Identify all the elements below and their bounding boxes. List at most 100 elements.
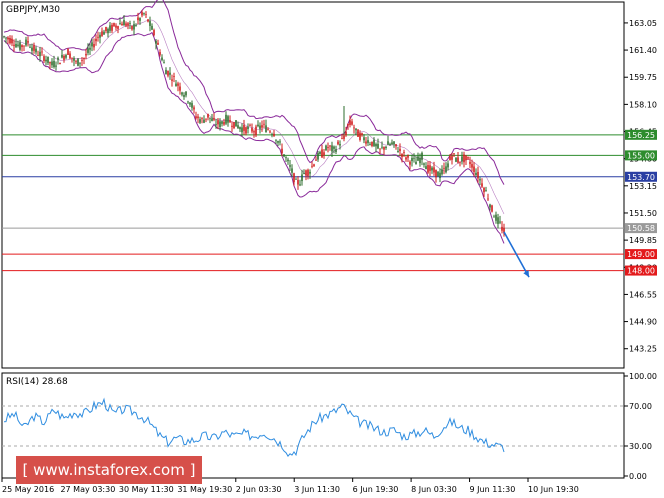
candle-body — [363, 137, 365, 141]
candle-body — [445, 166, 447, 173]
candle-body — [251, 128, 253, 132]
candle-body — [17, 44, 19, 46]
price-tick-label: 161.40 — [629, 46, 657, 55]
candle-body — [279, 141, 281, 143]
candle-body — [165, 69, 167, 75]
time-tick-label: 25 May 2016 — [2, 485, 54, 494]
candle-body — [487, 198, 489, 200]
rsi-title: RSI(14) 28.68 — [6, 377, 68, 387]
candle-body — [85, 53, 87, 56]
candle-body — [169, 72, 171, 75]
candle-body — [155, 40, 157, 44]
candle-body — [347, 123, 349, 126]
candle-body — [183, 95, 185, 97]
candle-body — [207, 113, 209, 118]
candle-body — [239, 127, 241, 130]
candle-body — [105, 26, 107, 32]
candle-body — [489, 204, 491, 208]
candle-body — [301, 174, 303, 182]
instaforex-watermark: [ www.instaforex.com ] — [16, 456, 202, 484]
candle-body — [397, 150, 399, 153]
candle-body — [339, 144, 341, 146]
price-tick-label: 158.10 — [629, 100, 657, 109]
candle-body — [149, 21, 151, 26]
candle-body — [465, 155, 467, 161]
candle-body — [345, 131, 347, 136]
candle-body — [461, 156, 463, 162]
candle-body — [133, 24, 135, 30]
candle-body — [157, 42, 159, 45]
candle-body — [103, 31, 105, 35]
candle-body — [349, 120, 351, 125]
candle-body — [467, 157, 469, 159]
time-tick-label: 30 May 11:30 — [119, 485, 174, 494]
candle-body — [501, 226, 503, 231]
candle-body — [499, 221, 501, 223]
candle-body — [195, 116, 197, 119]
time-tick-label: 8 Jun 03:30 — [411, 485, 457, 494]
time-tick-label: 3 Jun 11:30 — [294, 485, 340, 494]
candle-body — [273, 133, 275, 136]
candle-body — [421, 152, 423, 160]
candle-body — [269, 131, 271, 133]
candle-body — [481, 183, 483, 187]
candle-body — [215, 124, 217, 125]
candle-body — [87, 48, 89, 53]
candle-body — [15, 43, 17, 47]
candle-body — [119, 23, 121, 25]
time-tick-label: 27 May 03:30 — [60, 485, 115, 494]
candle-body — [25, 39, 27, 46]
candle-body — [385, 146, 387, 149]
candle-body — [293, 173, 295, 183]
candle-body — [3, 36, 5, 38]
candle-body — [205, 118, 207, 120]
candle-body — [443, 167, 445, 169]
candle-body — [243, 124, 245, 131]
candle-body — [63, 55, 65, 60]
candle-body — [181, 92, 183, 95]
candle-body — [245, 127, 247, 134]
candle-body — [23, 45, 25, 47]
candle-body — [233, 122, 235, 129]
candle-body — [309, 171, 311, 174]
candle-body — [355, 128, 357, 131]
candle-body — [297, 179, 299, 185]
candle-body — [211, 118, 213, 121]
candle-body — [255, 126, 257, 136]
candle-body — [197, 116, 199, 119]
candle-body — [69, 53, 71, 59]
candle-body — [259, 125, 261, 129]
chart-canvas: 163.05161.40159.75158.10156.45154.80153.… — [0, 0, 664, 498]
candle-body — [99, 34, 101, 38]
candle-body — [369, 143, 371, 145]
candle-body — [235, 120, 237, 127]
candle-body — [59, 62, 61, 65]
candle-body — [299, 184, 301, 186]
candle-body — [311, 165, 313, 167]
candle-body — [47, 56, 49, 63]
candle-body — [401, 153, 403, 158]
candle-body — [137, 17, 139, 21]
candle-body — [375, 144, 377, 147]
candle-body — [387, 141, 389, 145]
candle-body — [19, 42, 21, 50]
candle-body — [451, 156, 453, 160]
candle-body — [225, 114, 227, 124]
candle-body — [307, 169, 309, 176]
candle-body — [159, 52, 161, 55]
candle-body — [31, 47, 33, 51]
candle-body — [285, 157, 287, 159]
price-tick-label: 153.15 — [629, 182, 657, 191]
candle-body — [45, 59, 47, 62]
price-tick-label: 146.55 — [629, 290, 657, 299]
candle-body — [447, 163, 449, 168]
candle-body — [127, 23, 129, 26]
candle-body — [223, 121, 225, 125]
candle-body — [247, 126, 249, 130]
rsi-tick-label: 0.00 — [629, 472, 647, 481]
candle-body — [459, 161, 461, 163]
candle-body — [415, 161, 417, 165]
candle-body — [433, 167, 435, 173]
candle-body — [121, 23, 123, 26]
rsi-tick-label: 100.00 — [629, 372, 657, 381]
